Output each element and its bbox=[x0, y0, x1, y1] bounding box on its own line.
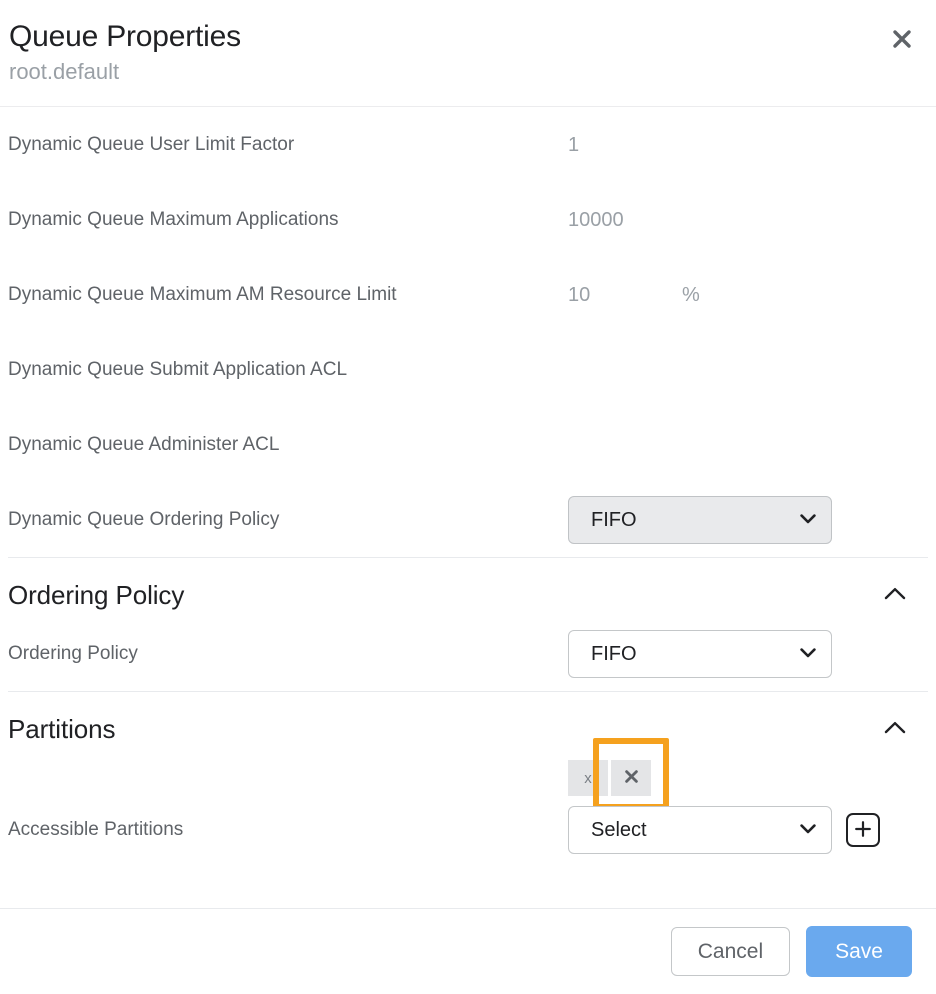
field-row-accessible-partitions: Accessible Partitions x bbox=[0, 750, 936, 870]
section-title: Partitions bbox=[8, 712, 115, 746]
field-row-dynamic-ordering-policy: Dynamic Queue Ordering Policy FIFO bbox=[0, 482, 936, 557]
plus-icon bbox=[853, 819, 873, 842]
dynamic-ordering-policy-select-wrap: FIFO bbox=[568, 496, 832, 544]
field-control: FIFO bbox=[568, 630, 912, 678]
partition-select-wrap: Select bbox=[568, 806, 832, 854]
administer-acl-input[interactable] bbox=[568, 432, 668, 458]
field-control bbox=[568, 132, 912, 158]
field-label: Dynamic Queue User Limit Factor bbox=[8, 133, 568, 157]
close-icon bbox=[624, 769, 639, 787]
field-row-maximum-applications: Dynamic Queue Maximum Applications bbox=[0, 182, 936, 257]
max-am-resource-limit-input[interactable] bbox=[568, 282, 668, 308]
field-label: Dynamic Queue Maximum Applications bbox=[8, 208, 568, 232]
field-control bbox=[568, 432, 912, 458]
field-control: FIFO bbox=[568, 496, 912, 544]
partition-select-line: Select bbox=[568, 806, 880, 854]
ordering-policy-select[interactable]: FIFO bbox=[568, 630, 832, 678]
dialog-footer: Cancel Save bbox=[0, 908, 936, 994]
close-icon bbox=[891, 28, 913, 50]
field-control bbox=[568, 357, 912, 383]
partition-chip: x bbox=[568, 760, 651, 796]
field-label: Ordering Policy bbox=[8, 642, 568, 666]
field-label: Dynamic Queue Administer ACL bbox=[8, 433, 568, 457]
maximum-applications-input[interactable] bbox=[568, 207, 668, 233]
user-limit-factor-input[interactable] bbox=[568, 132, 668, 158]
save-button[interactable]: Save bbox=[806, 926, 912, 977]
field-row-ordering-policy: Ordering Policy FIFO bbox=[0, 616, 936, 691]
cancel-button[interactable]: Cancel bbox=[671, 927, 790, 976]
chevron-up-icon bbox=[884, 721, 906, 737]
field-control bbox=[568, 207, 912, 233]
percent-unit-label: % bbox=[682, 282, 700, 308]
submit-application-acl-input[interactable] bbox=[568, 357, 668, 383]
section-title: Ordering Policy bbox=[8, 578, 184, 612]
dialog-header: Queue Properties root.default bbox=[0, 0, 936, 106]
ordering-policy-select-wrap: FIFO bbox=[568, 630, 832, 678]
queue-path-subtitle: root.default bbox=[8, 58, 912, 86]
field-control: % bbox=[568, 282, 912, 308]
field-row-user-limit-factor: Dynamic Queue User Limit Factor bbox=[0, 107, 936, 182]
field-label: Dynamic Queue Submit Application ACL bbox=[8, 358, 568, 382]
accessible-partitions-control: x Select bbox=[568, 760, 912, 854]
dialog-scroll-body[interactable]: Dynamic Queue User Limit Factor Dynamic … bbox=[0, 106, 936, 908]
partition-select[interactable]: Select bbox=[568, 806, 832, 854]
dynamic-ordering-policy-select[interactable]: FIFO bbox=[568, 496, 832, 544]
field-label: Accessible Partitions bbox=[8, 760, 568, 842]
close-button[interactable] bbox=[885, 22, 919, 56]
field-label: Dynamic Queue Ordering Policy bbox=[8, 508, 568, 532]
field-row-submit-application-acl: Dynamic Queue Submit Application ACL bbox=[0, 332, 936, 407]
section-header-partitions[interactable]: Partitions bbox=[0, 692, 936, 750]
field-row-max-am-resource-limit: Dynamic Queue Maximum AM Resource Limit … bbox=[0, 257, 936, 332]
field-row-administer-acl: Dynamic Queue Administer ACL bbox=[0, 407, 936, 482]
field-label: Dynamic Queue Maximum AM Resource Limit bbox=[8, 283, 568, 307]
add-partition-button[interactable] bbox=[846, 813, 880, 847]
page-title: Queue Properties bbox=[8, 18, 912, 56]
partition-chip-remove-button[interactable] bbox=[611, 760, 651, 796]
queue-properties-dialog: Queue Properties root.default Dynamic Qu… bbox=[0, 0, 936, 994]
partitions-collapse-button[interactable] bbox=[878, 712, 912, 746]
ordering-policy-collapse-button[interactable] bbox=[878, 578, 912, 612]
section-header-ordering-policy[interactable]: Ordering Policy bbox=[0, 558, 936, 616]
chevron-up-icon bbox=[884, 587, 906, 603]
partition-chip-label: x bbox=[568, 760, 608, 796]
